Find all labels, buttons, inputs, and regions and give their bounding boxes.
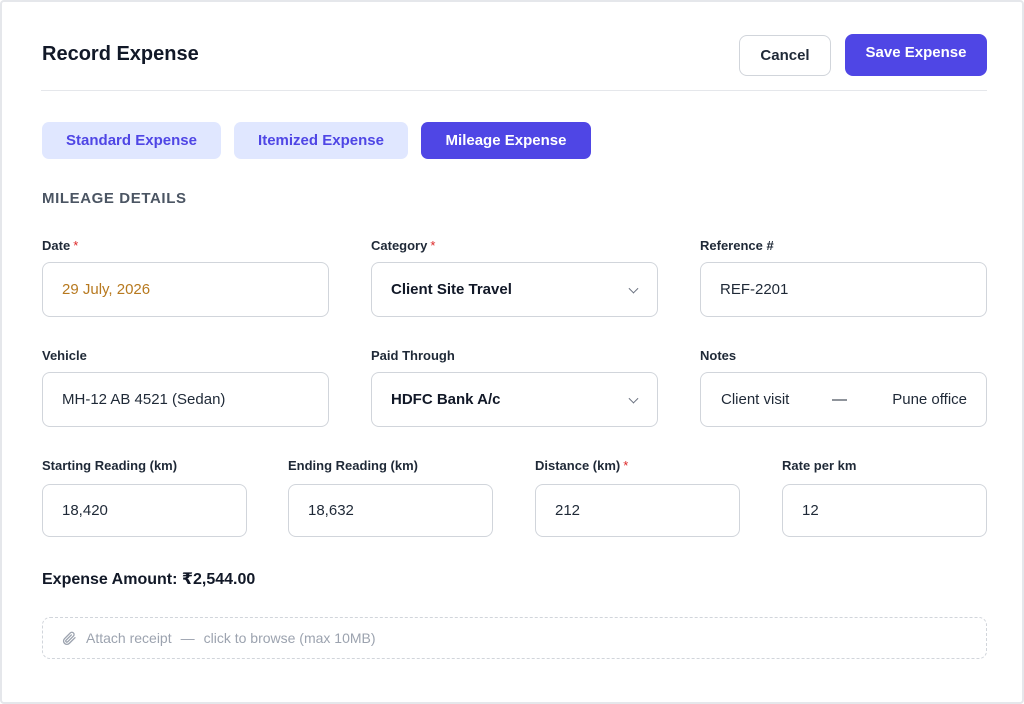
distance-label: Distance (km) * [535, 458, 628, 473]
attach-receipt-label: Attach receipt [86, 630, 172, 646]
attach-separator: — [180, 630, 195, 646]
date-value: 29 July, 2026 [62, 281, 151, 298]
paid-through-label: Paid Through [371, 348, 455, 363]
section-heading: MILEAGE DETAILS [42, 190, 187, 207]
category-select[interactable]: Client Site Travel [371, 262, 658, 317]
paperclip-icon [62, 631, 76, 646]
required-marker: * [430, 238, 436, 253]
starting-reading-value: 18,420 [62, 502, 108, 519]
category-label-text: Category [371, 238, 428, 253]
chevron-down-icon [628, 283, 639, 294]
tab-mileage-expense[interactable]: Mileage Expense [421, 122, 591, 159]
vehicle-value: MH-12 AB 4521 (Sedan) [62, 391, 226, 408]
reference-value: REF-2201 [720, 281, 789, 298]
rate-label: Rate per km [782, 458, 857, 473]
rate-value: 12 [802, 502, 819, 519]
category-value: Client Site Travel [391, 281, 512, 298]
attach-hint: click to browse (max 10MB) [203, 630, 376, 646]
paid-through-select[interactable]: HDFC Bank A/c [371, 372, 658, 427]
notes-label: Notes [700, 348, 737, 363]
attach-receipt-dropzone[interactable]: Attach receipt — click to browse (max 10… [42, 617, 987, 659]
notes-value-part2: Pune office [892, 391, 967, 408]
notes-value-part1: Client visit [721, 391, 790, 408]
expense-amount: Expense Amount: ₹2,544.00 [42, 571, 256, 588]
reference-label: Reference # [700, 238, 774, 253]
starting-reading-input[interactable]: 18,420 [42, 484, 247, 537]
distance-label-text: Distance (km) [535, 458, 621, 473]
distance-input[interactable]: 212 [535, 484, 740, 537]
reference-input[interactable]: REF-2201 [700, 262, 987, 317]
ending-reading-input[interactable]: 18,632 [288, 484, 493, 537]
ending-reading-value: 18,632 [308, 502, 354, 519]
page-title: Record Expense [42, 43, 199, 65]
starting-reading-label: Starting Reading (km) [42, 458, 178, 473]
tab-itemized-expense[interactable]: Itemized Expense [234, 122, 408, 159]
cancel-button[interactable]: Cancel [739, 35, 831, 76]
vehicle-label: Vehicle [42, 348, 87, 363]
ending-reading-label: Ending Reading (km) [288, 458, 418, 473]
category-label: Category * [371, 238, 435, 253]
vehicle-input[interactable]: MH-12 AB 4521 (Sedan) [42, 372, 329, 427]
date-label-text: Date [42, 238, 71, 253]
record-expense-dialog: Record Expense Cancel Save Expense Stand… [0, 0, 1024, 704]
date-label: Date * [42, 238, 78, 253]
chevron-down-icon [628, 393, 639, 404]
distance-value: 212 [555, 502, 581, 519]
header-divider [41, 90, 987, 91]
tab-standard-expense[interactable]: Standard Expense [42, 122, 221, 159]
save-expense-button[interactable]: Save Expense [845, 34, 987, 76]
required-marker: * [623, 458, 629, 473]
rate-input[interactable]: 12 [782, 484, 987, 537]
notes-input[interactable]: Client visit — Pune office [700, 372, 987, 427]
required-marker: * [73, 238, 79, 253]
paid-through-value: HDFC Bank A/c [391, 391, 501, 408]
notes-separator: — [832, 391, 847, 408]
date-field[interactable]: 29 July, 2026 [42, 262, 329, 317]
